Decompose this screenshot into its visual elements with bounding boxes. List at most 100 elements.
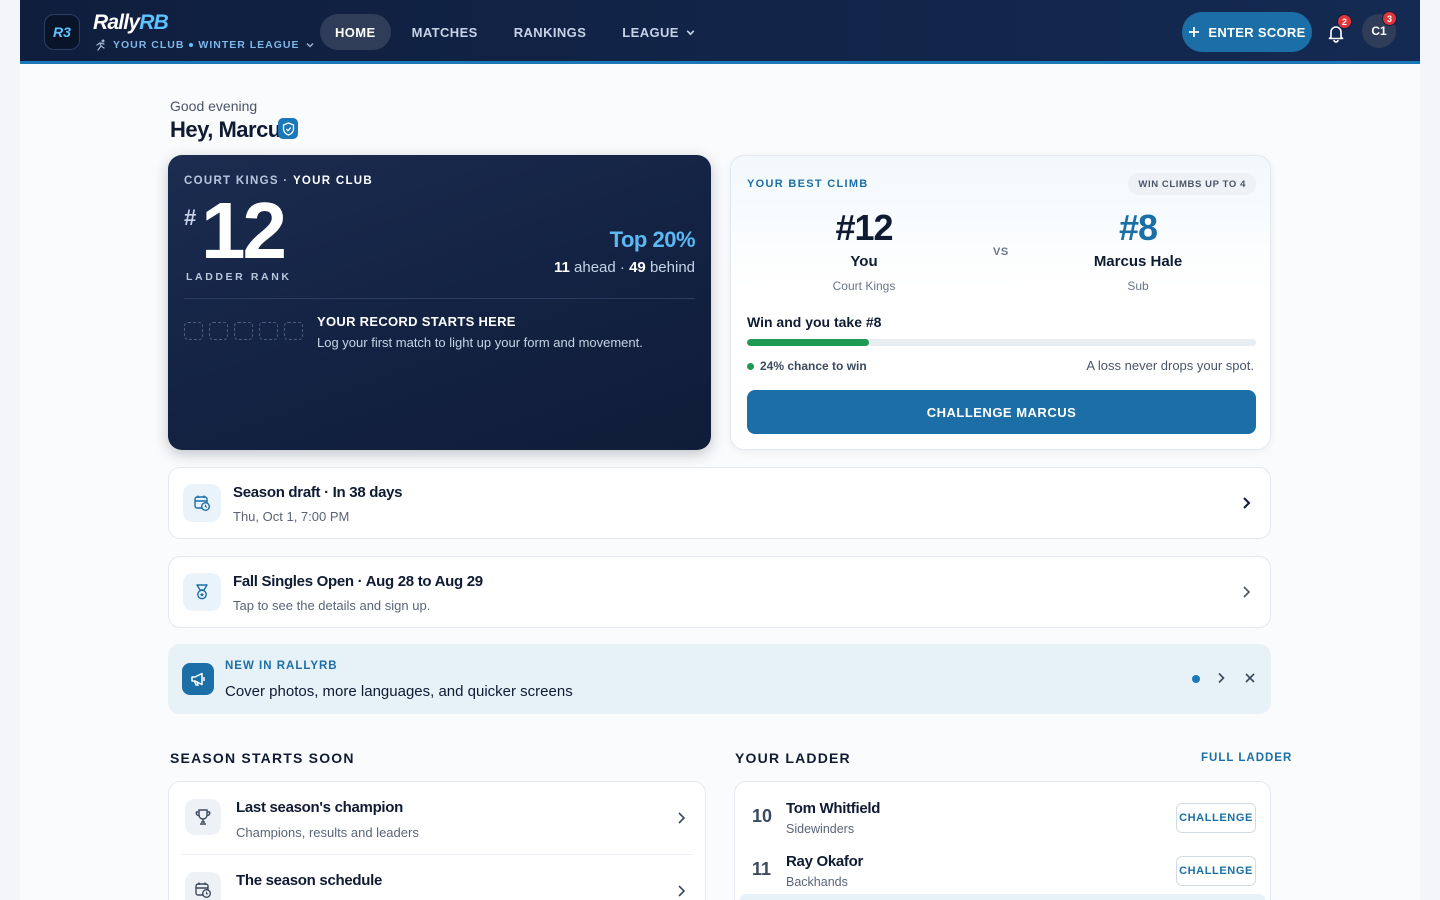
nav-rankings[interactable]: RANKINGS — [499, 14, 602, 50]
current-player-row[interactable] — [739, 894, 1266, 900]
chevron-down-icon — [686, 29, 695, 35]
challenge-button[interactable]: CHALLENGE — [1176, 803, 1256, 833]
season-item-subtitle: Champions, results and leaders — [236, 825, 419, 840]
close-icon[interactable] — [1244, 672, 1256, 684]
club-switcher[interactable]: YOUR CLUB WINTER LEAGUE — [94, 39, 315, 51]
league-name: WINTER LEAGUE — [198, 39, 300, 51]
ladder-rank: 11 — [752, 859, 772, 879]
event-subtitle: Thu, Oct 1, 7:00 PM — [233, 509, 350, 524]
climb-eyebrow: YOUR BEST CLIMB — [747, 178, 869, 190]
you-name: You — [850, 253, 878, 270]
greeting-time: Good evening — [170, 98, 258, 114]
climb-pill: WIN CLIMBS UP TO 4 — [1128, 173, 1256, 195]
news-text: Cover photos, more languages, and quicke… — [225, 683, 573, 700]
rank-hash: # — [184, 205, 197, 230]
chevron-right-icon — [1243, 497, 1251, 509]
nav-league[interactable]: LEAGUE — [607, 14, 711, 50]
ladder-row[interactable]: 10 Tom Whitfield Sidewinders CHALLENGE — [735, 787, 1270, 840]
divider — [184, 298, 695, 299]
opponent-team: Sub — [1127, 279, 1149, 293]
form-slot — [209, 322, 228, 340]
record-subtitle: Log your first match to light up your fo… — [317, 335, 643, 350]
event-title: Fall Singles Open · Aug 28 to Aug 29 — [233, 573, 483, 590]
trophy-icon — [185, 799, 221, 835]
win-take-text: Win and you take #8 — [747, 314, 882, 330]
notifications-badge: 2 — [1337, 14, 1352, 29]
ladder-player-name: Ray Okafor — [786, 853, 864, 870]
full-ladder-link[interactable]: FULL LADDER — [1201, 752, 1292, 764]
opponent-name: Marcus Hale — [1093, 253, 1183, 270]
chevron-right-icon — [678, 885, 686, 897]
ladder-list: 10 Tom Whitfield Sidewinders CHALLENGE 1… — [734, 781, 1271, 900]
season-list: Last season's champion Champions, result… — [168, 781, 706, 900]
form-placeholder — [184, 322, 303, 340]
form-slot — [259, 322, 278, 340]
form-slot — [184, 322, 203, 340]
ladder-row[interactable]: 11 Ray Okafor Backhands CHALLENGE — [735, 840, 1270, 893]
ladder-player-team: Backhands — [786, 875, 848, 889]
ladder-rank-label: LADDER RANK — [186, 271, 292, 283]
runner-icon — [96, 39, 105, 51]
ladder-player-team: Sidewinders — [786, 822, 855, 836]
section-title-ladder: YOUR LADDER — [735, 750, 851, 766]
status-dot — [747, 362, 754, 370]
record-title: YOUR RECORD STARTS HERE — [317, 314, 516, 329]
loss-note: A loss never drops your spot. — [1086, 358, 1254, 373]
brand-name: RallyRB — [93, 11, 169, 34]
calendar-clock-icon — [183, 484, 221, 522]
ahead-behind: 11 ahead · 49 behind — [554, 259, 695, 276]
nav-matches[interactable]: MATCHES — [397, 14, 493, 50]
best-climb-card: YOUR BEST CLIMB WIN CLIMBS UP TO 4 #12 Y… — [730, 155, 1271, 450]
challenge-button[interactable]: CHALLENGE — [1176, 856, 1256, 886]
player-opponent[interactable]: #8 Marcus Hale Sub — [1048, 207, 1228, 294]
event-fall-singles[interactable]: Fall Singles Open · Aug 28 to Aug 29 Tap… — [168, 556, 1271, 628]
season-item-champion[interactable]: Last season's champion Champions, result… — [169, 782, 705, 855]
win-chance: 24% chance to win — [747, 359, 867, 373]
ladder-rank: 10 — [752, 806, 773, 826]
top-percent: Top 20% — [609, 227, 696, 252]
form-slot — [234, 322, 253, 340]
win-chance-fill — [747, 339, 870, 346]
chevron-right-icon — [1243, 586, 1251, 598]
calendar-clock-icon — [185, 872, 221, 900]
event-season-draft[interactable]: Season draft · In 38 days Thu, Oct 1, 7:… — [168, 467, 1271, 539]
enter-score-button[interactable]: ENTER SCORE — [1182, 12, 1312, 52]
form-slot — [284, 322, 303, 340]
club-name: YOUR CLUB — [113, 39, 185, 51]
greeting-name: Hey, Marcus — [170, 117, 293, 142]
carousel-dot[interactable] — [1192, 675, 1200, 683]
section-title-season: SEASON STARTS SOON — [170, 750, 355, 766]
opponent-rank: #8 — [1118, 207, 1158, 248]
chevron-right-icon[interactable] — [1214, 671, 1228, 685]
separator-dot — [189, 43, 194, 47]
season-item-schedule[interactable]: The season schedule — [169, 855, 705, 900]
nav-home[interactable]: HOME — [320, 14, 391, 50]
avatar[interactable]: C1 3 — [1362, 11, 1397, 48]
you-team: Court Kings — [832, 279, 896, 293]
season-item-title: The season schedule — [236, 872, 383, 889]
medal-icon — [183, 573, 221, 611]
ladder-player-name: Tom Whitfield — [786, 800, 881, 817]
news-banner: NEW IN RALLYRB Cover photos, more langua… — [168, 644, 1271, 714]
rank-card[interactable]: COURT KINGS · YOUR CLUB # 12 LADDER RANK… — [168, 155, 711, 450]
verified-shield-icon — [278, 118, 298, 139]
chevron-down-icon — [305, 42, 314, 48]
notifications-button[interactable]: 2 — [1323, 14, 1352, 46]
news-eyebrow: NEW IN RALLYRB — [225, 660, 338, 672]
player-you: #12 You Court Kings — [774, 207, 954, 294]
logo-icon[interactable]: R3 — [44, 14, 80, 50]
megaphone-icon — [182, 663, 214, 695]
win-chance-bar — [747, 339, 1256, 346]
you-rank: #12 — [835, 207, 893, 248]
top-bar: R3 RallyRB YOUR CLUB WINTER LEAGUE HOME … — [20, 0, 1420, 64]
season-item-title: Last season's champion — [236, 799, 404, 816]
event-subtitle: Tap to see the details and sign up. — [233, 598, 431, 613]
ladder-rank-number: 12 — [201, 186, 287, 275]
vs-label: VS — [993, 246, 1009, 258]
challenge-opponent-button[interactable]: CHALLENGE MARCUS — [747, 390, 1256, 434]
app-shell: R3 RallyRB YOUR CLUB WINTER LEAGUE HOME … — [20, 0, 1420, 900]
avatar-badge: 3 — [1382, 11, 1397, 26]
plus-icon — [1189, 27, 1200, 37]
chevron-right-icon — [678, 812, 686, 824]
event-title: Season draft · In 38 days — [233, 484, 403, 501]
